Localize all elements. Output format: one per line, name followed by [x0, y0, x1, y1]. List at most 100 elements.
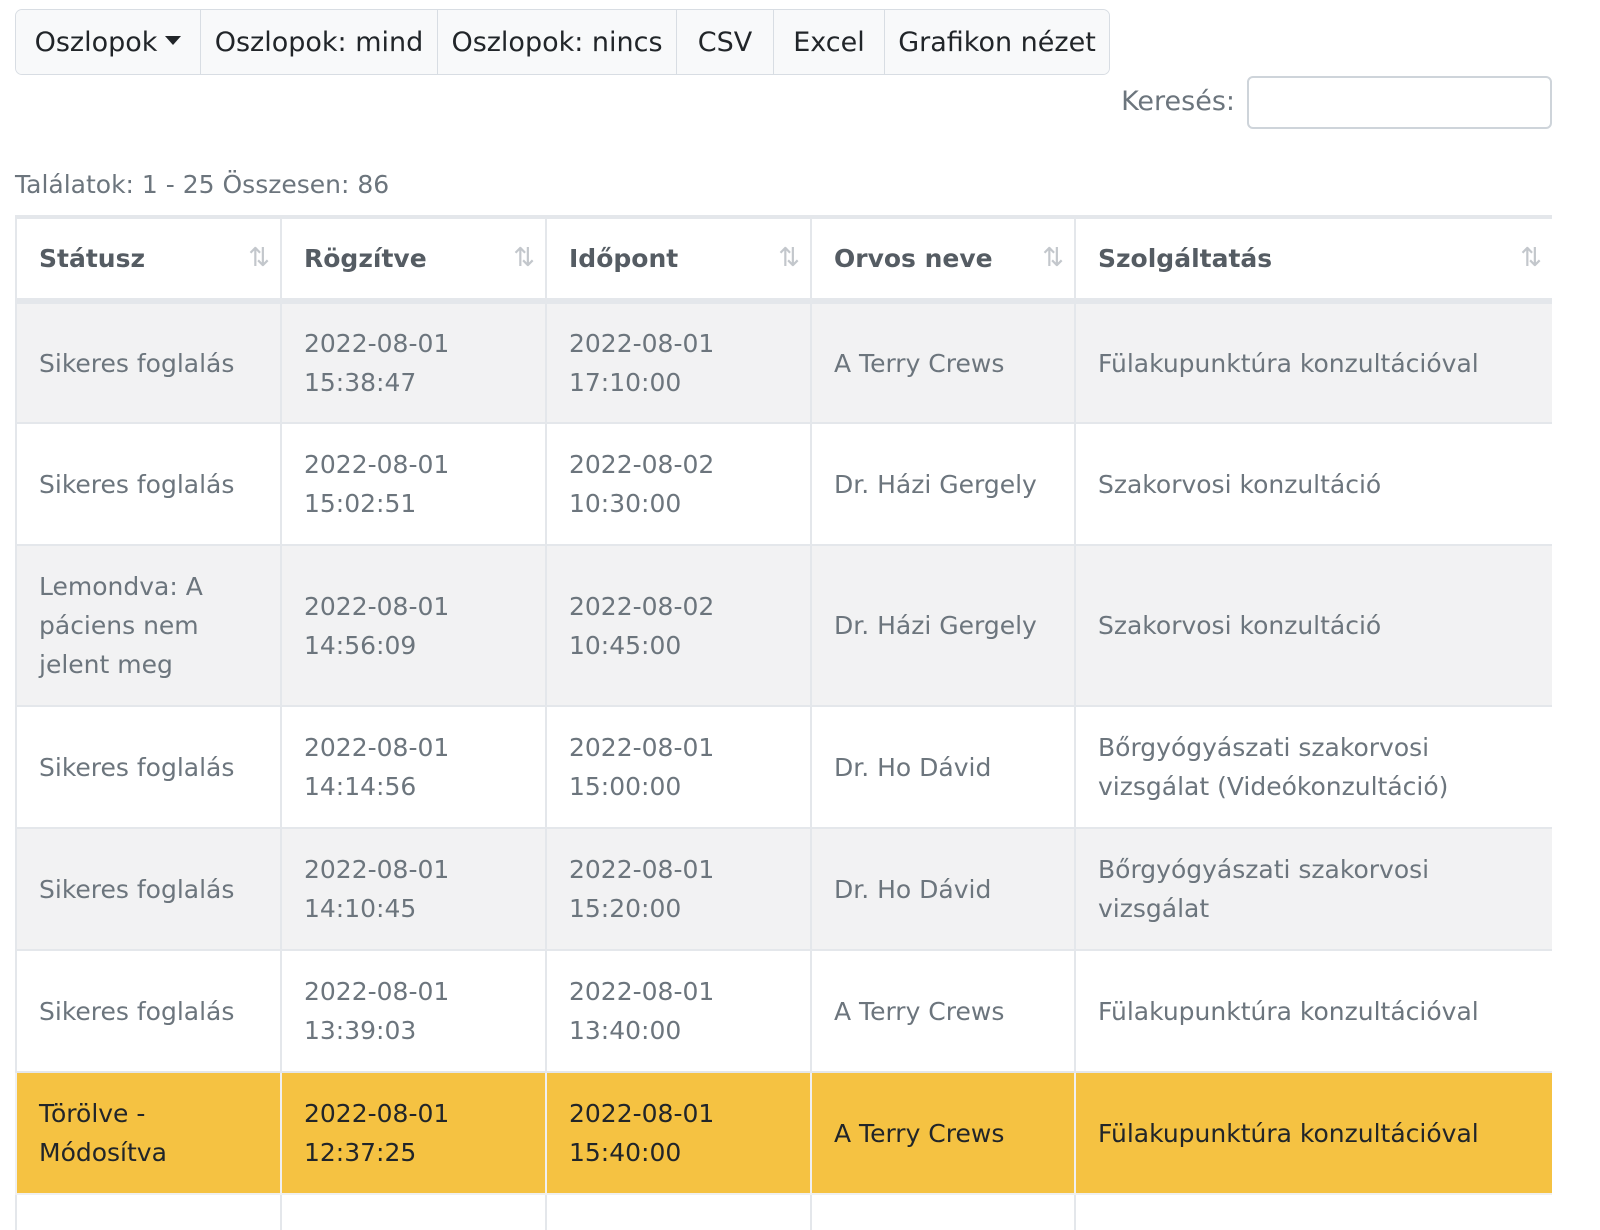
table-row[interactable]: Sikeres foglalás 2022-08-01 14:14:56 2022…: [15, 705, 1552, 829]
header-doctor[interactable]: Orvos neve ⇅: [810, 219, 1076, 304]
cell-recorded: 2022-08-01 14:14:56: [280, 705, 547, 829]
header-appointment[interactable]: Időpont ⇅: [545, 219, 812, 304]
sort-arrows-icon[interactable]: ⇅: [1042, 243, 1064, 273]
table-row-highlighted[interactable]: Törölve - Módosítva 2022-08-01 12:37:25 2…: [15, 1071, 1552, 1195]
cell-service: Fülakupunktúra konzultációval: [1074, 1071, 1552, 1195]
cell-service: Fülakupunktúra konzultációval: [1074, 949, 1552, 1073]
caret-down-icon: [165, 35, 182, 45]
chart-view-label: Grafikon nézet: [898, 26, 1096, 58]
table-row[interactable]: Sikeres foglalás 2022-08-01 15:38:47 2022…: [15, 300, 1552, 424]
recorded-date: 2022-08-01: [304, 733, 450, 762]
cell-status: Sikeres foglalás: [15, 705, 282, 829]
cell-empty: [280, 1193, 547, 1230]
appointments-table: Státusz ⇅ Rögzítve ⇅ Időpont ⇅ Orvos nev…: [15, 219, 1552, 1230]
cell-appointment: 2022-08-01 13:40:00: [545, 949, 812, 1073]
appointment-time: 15:20:00: [569, 894, 682, 923]
cell-recorded: 2022-08-01 15:38:47: [280, 300, 547, 424]
recorded-date: 2022-08-01: [304, 977, 450, 1006]
cell-service: Szakorvosi konzultáció: [1074, 422, 1552, 546]
cell-doctor: A Terry Crews: [810, 949, 1076, 1073]
cell-service: Bőrgyógyászati szakorvosi vizsgálat: [1074, 827, 1552, 951]
columns-all-button[interactable]: Oszlopok: mind: [201, 10, 438, 74]
appointment-date: 2022-08-02: [569, 450, 715, 479]
appointment-date: 2022-08-02: [569, 591, 715, 621]
cell-status: Törölve - Módosítva: [15, 1071, 282, 1195]
cell-doctor: Dr. Házi Gergely: [810, 544, 1076, 707]
csv-export-button[interactable]: CSV: [677, 10, 774, 74]
recorded-time: 14:56:09: [304, 630, 417, 660]
header-label: Időpont: [569, 244, 679, 273]
cell-doctor: A Terry Crews: [810, 300, 1076, 424]
search-input[interactable]: [1247, 76, 1552, 129]
cell-recorded: 2022-08-01 13:39:03: [280, 949, 547, 1073]
cell-appointment: 2022-08-01 15:40:00: [545, 1071, 812, 1195]
cell-empty: [810, 1193, 1076, 1230]
cell-recorded: 2022-08-01 14:56:09: [280, 544, 547, 707]
page: Oszlopok Oszlopok: mind Oszlopok: nincs …: [0, 0, 1600, 1230]
appointment-date: 2022-08-01: [569, 329, 715, 358]
csv-label: CSV: [697, 26, 753, 58]
cell-empty: [15, 1193, 282, 1230]
appointment-time: 10:30:00: [569, 489, 682, 518]
table-row-partial: [15, 1193, 1552, 1230]
appointment-date: 2022-08-01: [569, 977, 715, 1006]
appointment-time: 17:10:00: [569, 368, 682, 397]
appointment-time: 10:45:00: [569, 630, 682, 660]
header-label: Rögzítve: [304, 244, 427, 273]
table-row[interactable]: Lemondva: A páciens nem jelent meg 2022-…: [15, 544, 1552, 707]
recorded-time: 12:37:25: [304, 1138, 417, 1167]
appointment-date: 2022-08-01: [569, 1099, 715, 1128]
table-row[interactable]: Sikeres foglalás 2022-08-01 15:02:51 2022…: [15, 422, 1552, 546]
recorded-date: 2022-08-01: [304, 450, 450, 479]
cell-status: Sikeres foglalás: [15, 422, 282, 546]
header-recorded[interactable]: Rögzítve ⇅: [280, 219, 547, 304]
header-status[interactable]: Státusz ⇅: [15, 219, 282, 304]
cell-appointment: 2022-08-02 10:45:00: [545, 544, 812, 707]
chart-view-button[interactable]: Grafikon nézet: [885, 10, 1109, 74]
cell-service: Szakorvosi konzultáció: [1074, 544, 1552, 707]
appointment-date: 2022-08-01: [569, 733, 715, 762]
table-row[interactable]: Sikeres foglalás 2022-08-01 13:39:03 2022…: [15, 949, 1552, 1073]
cell-appointment: 2022-08-01 15:00:00: [545, 705, 812, 829]
columns-dropdown-label: Oszlopok: [34, 26, 158, 58]
cell-recorded: 2022-08-01 14:10:45: [280, 827, 547, 951]
columns-none-button[interactable]: Oszlopok: nincs: [438, 10, 677, 74]
cell-appointment: 2022-08-01 17:10:00: [545, 300, 812, 424]
appointment-time: 13:40:00: [569, 1016, 682, 1045]
recorded-time: 15:02:51: [304, 489, 417, 518]
cell-empty: [545, 1193, 812, 1230]
recorded-date: 2022-08-01: [304, 855, 450, 884]
header-label: Szolgáltatás: [1098, 244, 1273, 273]
columns-dropdown-button[interactable]: Oszlopok: [16, 10, 201, 74]
cell-service: Fülakupunktúra konzultációval: [1074, 300, 1552, 424]
recorded-time: 14:10:45: [304, 894, 417, 923]
recorded-date: 2022-08-01: [304, 591, 450, 621]
columns-none-label: Oszlopok: nincs: [451, 26, 663, 58]
cell-status: Sikeres foglalás: [15, 300, 282, 424]
sort-arrows-icon[interactable]: ⇅: [778, 243, 800, 273]
header-label: Státusz: [39, 244, 146, 273]
excel-label: Excel: [793, 26, 865, 58]
cell-doctor: A Terry Crews: [810, 1071, 1076, 1195]
recorded-date: 2022-08-01: [304, 329, 450, 358]
cell-recorded: 2022-08-01 12:37:25: [280, 1071, 547, 1195]
table-row[interactable]: Sikeres foglalás 2022-08-01 14:10:45 2022…: [15, 827, 1552, 951]
appointments-table-container: Státusz ⇅ Rögzítve ⇅ Időpont ⇅ Orvos nev…: [15, 215, 1552, 1230]
excel-export-button[interactable]: Excel: [774, 10, 885, 74]
table-toolbar: Oszlopok Oszlopok: mind Oszlopok: nincs …: [15, 9, 1110, 75]
results-info: Találatok: 1 - 25 Összesen: 86: [15, 170, 390, 199]
cell-service: Bőrgyógyászati szakorvosi vizsgálat (Vid…: [1074, 705, 1552, 829]
recorded-date: 2022-08-01: [304, 1099, 450, 1128]
cell-doctor: Dr. Házi Gergely: [810, 422, 1076, 546]
sort-arrows-icon[interactable]: ⇅: [513, 243, 535, 273]
header-service[interactable]: Szolgáltatás ⇅: [1074, 219, 1552, 304]
sort-arrows-icon[interactable]: ⇅: [248, 243, 270, 273]
cell-recorded: 2022-08-01 15:02:51: [280, 422, 547, 546]
columns-all-label: Oszlopok: mind: [214, 26, 424, 58]
sort-arrows-icon[interactable]: ⇅: [1520, 243, 1542, 273]
cell-empty: [1074, 1193, 1552, 1230]
cell-status: Sikeres foglalás: [15, 827, 282, 951]
search-label: Keresés:: [1121, 86, 1235, 117]
header-label: Orvos neve: [834, 244, 993, 273]
cell-status: Lemondva: A páciens nem jelent meg: [15, 544, 282, 707]
